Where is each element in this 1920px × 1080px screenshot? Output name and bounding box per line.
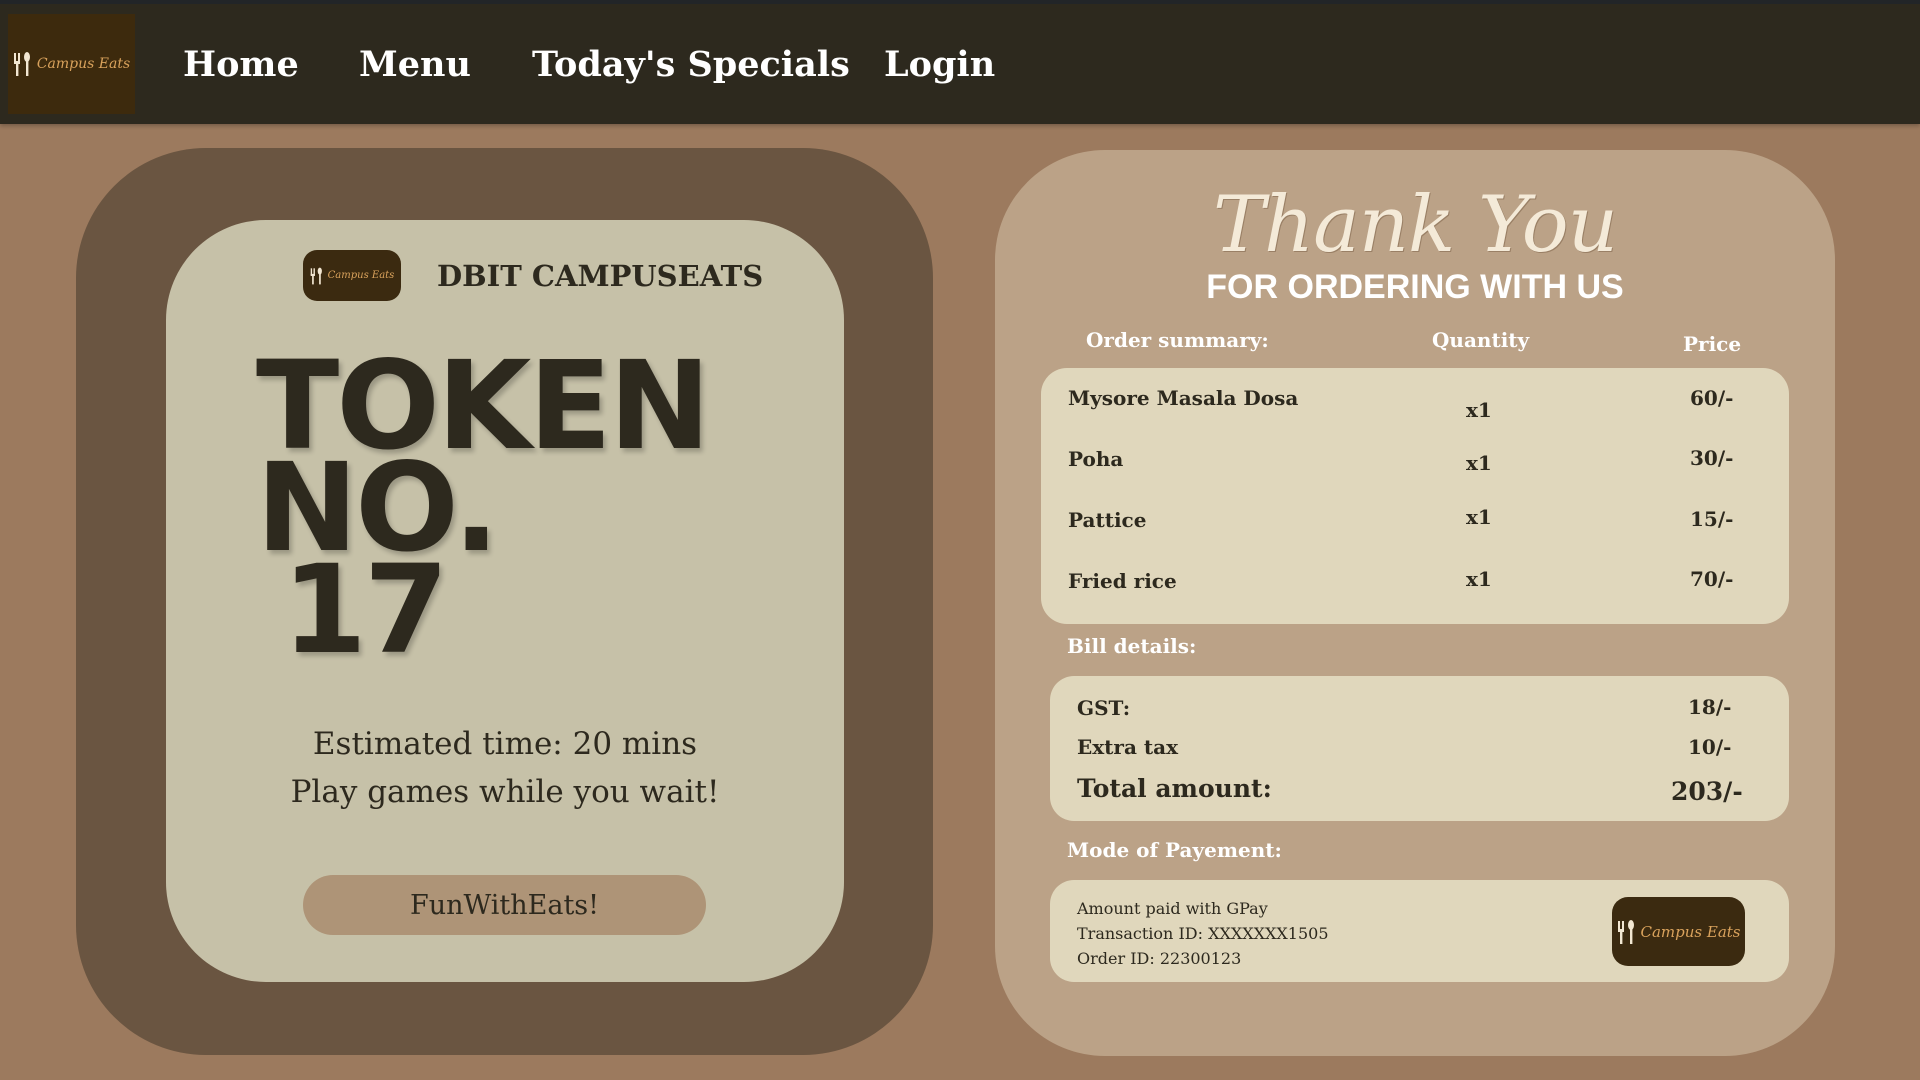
extra-tax-label: Extra tax <box>1077 735 1178 759</box>
estimated-time: Estimated time: 20 mins <box>312 726 698 762</box>
item-qty: x1 <box>1466 451 1492 475</box>
bill-details-label: Bill details: <box>1067 634 1197 658</box>
logo-text: Campus Eats <box>36 56 131 72</box>
brand-logo: Campus Eats <box>303 250 401 301</box>
play-games-text: Play games while you wait! <box>290 774 720 810</box>
fun-with-eats-button[interactable]: FunWithEats! <box>303 875 706 935</box>
nav-todays-specials[interactable]: Today's Specials <box>532 44 850 85</box>
item-price: 30/- <box>1690 446 1734 470</box>
site-logo[interactable]: Campus Eats <box>8 14 135 114</box>
brand-name: DBIT CAMPUSEATS <box>437 258 764 293</box>
item-qty: x1 <box>1466 567 1492 591</box>
logo-text: Campus Eats <box>1640 922 1741 941</box>
payment-card: Amount paid with GPay Transaction ID: XX… <box>1050 880 1789 982</box>
price-header: Price <box>1683 332 1742 356</box>
order-items-card: Mysore Masala Dosa x1 60/- Poha x1 30/- … <box>1041 368 1789 624</box>
token-number-heading: TOKEN NO. 17 <box>256 345 711 671</box>
cutlery-icon <box>1617 919 1634 944</box>
logo-text: Campus Eats <box>327 270 395 281</box>
payment-method: Amount paid with GPay <box>1077 899 1268 918</box>
payment-mode-label: Mode of Payement: <box>1067 838 1282 862</box>
order-item-row: Mysore Masala Dosa x1 60/- <box>1041 386 1789 426</box>
total-amount-value: 203/- <box>1671 777 1743 806</box>
token-card: Campus Eats DBIT CAMPUSEATS TOKEN NO. 17… <box>166 220 844 982</box>
item-qty: x1 <box>1466 398 1492 422</box>
gst-value: 18/- <box>1688 695 1732 719</box>
order-id: Order ID: 22300123 <box>1077 949 1242 968</box>
transaction-id: Transaction ID: XXXXXXX1505 <box>1077 924 1329 943</box>
order-item-row: Pattice x1 15/- <box>1041 505 1789 548</box>
item-name: Fried rice <box>1068 569 1177 593</box>
campus-eats-logo-mark: Campus Eats <box>13 51 130 77</box>
item-name: Pattice <box>1068 508 1147 532</box>
nav-home[interactable]: Home <box>183 44 299 85</box>
item-price: 15/- <box>1690 507 1734 531</box>
extra-tax-value: 10/- <box>1688 735 1732 759</box>
item-qty: x1 <box>1466 505 1492 529</box>
nav-menu[interactable]: Menu <box>359 44 471 85</box>
cutlery-icon <box>310 267 322 284</box>
item-price: 70/- <box>1690 567 1734 591</box>
gst-label: GST: <box>1077 696 1131 720</box>
brand-header: Campus Eats DBIT CAMPUSEATS <box>303 250 763 301</box>
quantity-header: Quantity <box>1432 328 1530 352</box>
order-item-row: Poha x1 30/- <box>1041 446 1789 487</box>
wait-info: Estimated time: 20 mins Play games while… <box>166 720 844 816</box>
item-name: Mysore Masala Dosa <box>1068 386 1299 410</box>
total-amount-label: Total amount: <box>1077 774 1272 803</box>
bill-details-card: GST: 18/- Extra tax 10/- Total amount: 2… <box>1050 676 1789 821</box>
item-name: Poha <box>1068 447 1124 471</box>
thank-you-subtitle: FOR ORDERING WITH US <box>1206 268 1624 306</box>
item-price: 60/- <box>1690 386 1734 410</box>
order-summary-header: Order summary: <box>1086 328 1269 352</box>
receipt-panel: Thank You FOR ORDERING WITH US Order sum… <box>995 150 1835 1056</box>
nav-login[interactable]: Login <box>884 44 995 85</box>
cutlery-icon <box>13 52 30 76</box>
payment-logo: Campus Eats <box>1612 897 1745 966</box>
thank-you-title: Thank You <box>1213 180 1618 270</box>
order-item-row: Fried rice x1 70/- <box>1041 567 1789 609</box>
top-nav-bar: Campus Eats Home Menu Today's Specials L… <box>0 0 1920 124</box>
